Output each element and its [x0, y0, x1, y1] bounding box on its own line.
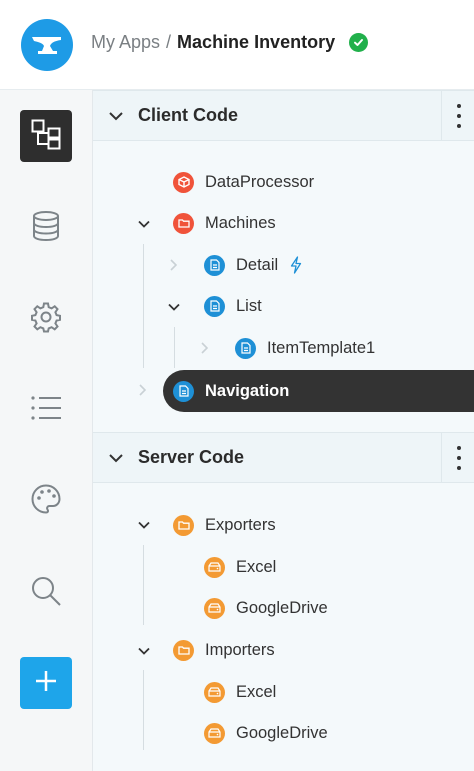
form-icon: [204, 254, 225, 276]
server-code-title: Server Code: [138, 447, 245, 467]
chevron-right-icon[interactable]: [197, 341, 211, 355]
tree-item-label: Detail: [236, 255, 279, 274]
tree-item-label: Excel: [236, 682, 277, 701]
breadcrumb: My Apps / Machine Inventory: [91, 32, 369, 53]
rail-database-button[interactable]: [20, 202, 72, 254]
tree-item-exporters-googledrive[interactable]: GoogleDrive: [204, 588, 328, 628]
chevron-down-icon[interactable]: [137, 644, 151, 658]
client-code-header[interactable]: Client Code: [93, 90, 474, 141]
chevron-down-icon[interactable]: [137, 217, 151, 231]
server-module-icon: [204, 681, 225, 703]
tree-item-label: Navigation: [205, 381, 290, 400]
tree-guide-line: [143, 244, 144, 368]
lightning-icon: [290, 256, 302, 274]
kebab-menu-icon[interactable]: [452, 446, 466, 470]
rail-explorer-button[interactable]: [20, 110, 72, 162]
tree-item-label: Importers: [205, 640, 275, 659]
tree-item-label: DataProcessor: [205, 172, 315, 191]
breadcrumb-my-apps[interactable]: My Apps: [91, 32, 160, 53]
tree-item-label: Excel: [236, 557, 277, 576]
app-header: My Apps / Machine Inventory: [0, 0, 474, 90]
rail-theme-button[interactable]: [20, 475, 72, 527]
chevron-right-icon[interactable]: [135, 383, 149, 397]
tree-guide-line: [174, 327, 175, 368]
rail-settings-button[interactable]: [20, 293, 72, 345]
add-button[interactable]: [20, 657, 72, 709]
tree-item-label: List: [236, 296, 262, 315]
tree-item-detail[interactable]: Detail: [204, 245, 302, 285]
module-icon: [173, 171, 194, 193]
client-code-title: Client Code: [138, 105, 239, 125]
tree-item-label: Machines: [205, 213, 276, 232]
tree-guide-line: [143, 545, 144, 625]
chevron-down-icon[interactable]: [137, 518, 151, 532]
folder-icon: [173, 212, 194, 234]
tree-item-itemtemplate1[interactable]: ItemTemplate1: [235, 328, 375, 368]
tree-item-importers-excel[interactable]: Excel: [204, 672, 276, 712]
tree-item-machines[interactable]: Machines: [173, 203, 276, 243]
tree-item-list[interactable]: List: [204, 286, 262, 326]
tree-item-label: ItemTemplate1: [267, 338, 376, 357]
chevron-down-icon[interactable]: [167, 300, 181, 314]
tree-item-navigation[interactable]: Navigation: [163, 370, 474, 412]
tree-item-label: Exporters: [205, 515, 276, 534]
server-module-icon: [204, 597, 225, 619]
tree-item-exporters-excel[interactable]: Excel: [204, 547, 276, 587]
check-circle-icon: [349, 33, 369, 52]
rail-list-button[interactable]: [20, 384, 72, 436]
tree-item-importers-googledrive[interactable]: GoogleDrive: [204, 713, 328, 753]
tree-item-exporters[interactable]: Exporters: [173, 505, 276, 545]
form-icon: [235, 337, 256, 359]
search-icon: [30, 575, 62, 612]
form-icon: [173, 380, 194, 402]
anvil-logo-icon[interactable]: [21, 19, 73, 71]
chevron-down-icon[interactable]: [107, 107, 125, 125]
tree-item-label: GoogleDrive: [236, 723, 328, 742]
tree-item-dataprocessor[interactable]: DataProcessor: [173, 162, 314, 202]
tree-item-importers[interactable]: Importers: [173, 630, 275, 670]
code-explorer: Client Code DataProcessor Machines Detai…: [93, 90, 474, 771]
folder-icon: [173, 514, 194, 536]
kebab-menu-icon[interactable]: [452, 104, 466, 128]
divider: [441, 91, 442, 140]
form-icon: [204, 295, 225, 317]
list-icon: [30, 395, 62, 426]
breadcrumb-app-name: Machine Inventory: [177, 32, 336, 52]
folder-icon: [173, 639, 194, 661]
left-rail: [0, 90, 93, 771]
gear-icon: [30, 301, 62, 338]
server-module-icon: [204, 722, 225, 744]
server-code-header[interactable]: Server Code: [93, 432, 474, 483]
palette-icon: [30, 483, 62, 520]
plus-icon: [33, 668, 59, 699]
tree-item-label: GoogleDrive: [236, 598, 328, 617]
chevron-down-icon[interactable]: [107, 449, 125, 467]
server-module-icon: [204, 556, 225, 578]
rail-search-button[interactable]: [20, 567, 72, 619]
database-icon: [31, 210, 61, 247]
tree-guide-line: [143, 670, 144, 750]
tree-icon: [30, 118, 62, 155]
breadcrumb-separator: /: [166, 32, 172, 52]
divider: [441, 433, 442, 482]
chevron-right-icon[interactable]: [166, 258, 180, 272]
